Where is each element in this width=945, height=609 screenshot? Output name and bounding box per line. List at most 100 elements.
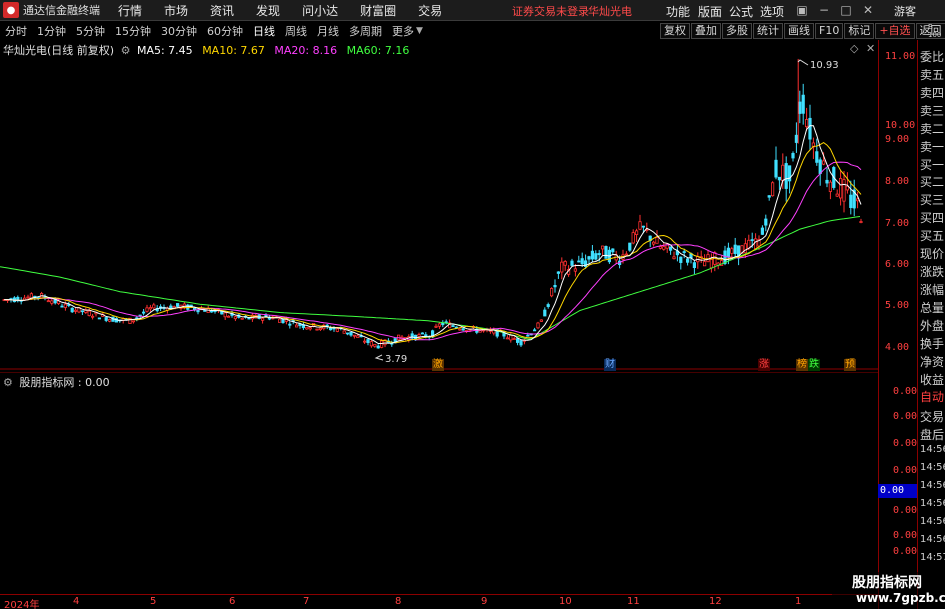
- menu-gongshi[interactable]: 公式: [729, 3, 753, 20]
- kline-chart[interactable]: 10.93 3.79: [0, 40, 878, 370]
- skin-icon[interactable]: ▣: [794, 2, 810, 18]
- menu-hangqing[interactable]: 行情: [118, 2, 142, 19]
- candle-body: [570, 260, 574, 266]
- quote-label-17: 净资: [920, 355, 945, 369]
- menu-jiaoyi[interactable]: 交易: [418, 2, 442, 19]
- candle-body: [835, 193, 839, 197]
- candle-body: [509, 334, 513, 341]
- period-weekly[interactable]: 周线: [285, 23, 307, 39]
- period-monthly[interactable]: 月线: [317, 23, 339, 39]
- quote-label-2: 卖四: [920, 86, 945, 100]
- period-fenshi[interactable]: 分时: [5, 23, 27, 39]
- menu-xuanxiang[interactable]: 选项: [760, 3, 784, 20]
- candle-body: [335, 328, 340, 332]
- candle-body: [148, 307, 152, 310]
- mark-button[interactable]: 标记: [844, 23, 875, 39]
- fuquan-button[interactable]: 复权: [660, 23, 690, 39]
- ma60-label: MA60: 7.16: [346, 44, 410, 57]
- guest-label[interactable]: 游客: [894, 3, 916, 19]
- marker-zhang[interactable]: 涨: [758, 359, 770, 371]
- period-more[interactable]: 更多: [392, 23, 414, 39]
- period-5min[interactable]: 5分钟: [76, 23, 105, 39]
- quote-label-7: 买二: [920, 175, 945, 189]
- marker-ji[interactable]: 激: [432, 359, 444, 371]
- quote-panel: 委比 卖五 卖四 卖三 卖二 卖一 买一 买二 买三 买四 买五 现价 涨跌 涨幅 总量 外盘 换手 净资 收益 自动…: [917, 40, 945, 609]
- quote-label-11: 现价: [920, 247, 945, 261]
- candle-body: [774, 159, 778, 178]
- candle-body: [478, 330, 482, 333]
- candle-body: [601, 245, 605, 250]
- marker-cai[interactable]: 财: [604, 359, 616, 371]
- candle-body: [70, 307, 74, 313]
- candle-body: [573, 268, 578, 272]
- candle-body: [74, 309, 78, 312]
- quote-label-6: 买一: [920, 158, 945, 172]
- multi-stock-button[interactable]: 多股: [722, 23, 752, 39]
- candle-body: [597, 253, 601, 256]
- menu-wenxiaoda[interactable]: 问小达: [302, 2, 338, 19]
- candle-body: [777, 176, 782, 181]
- candle-body: [658, 246, 663, 249]
- quote-label-8: 买三: [920, 193, 945, 207]
- period-15min[interactable]: 15分钟: [115, 23, 151, 39]
- app-name: 通达信金融终端: [23, 4, 100, 17]
- menu-faxian[interactable]: 发现: [256, 2, 280, 19]
- menu-gongneng[interactable]: 功能: [666, 3, 690, 20]
- period-30min[interactable]: 30分钟: [161, 23, 197, 39]
- candle-body: [369, 341, 374, 347]
- draw-line-button[interactable]: 画线: [784, 23, 814, 39]
- candle-body: [784, 163, 788, 189]
- candle-body: [87, 310, 91, 316]
- menu-shichang[interactable]: 市场: [164, 2, 188, 19]
- candle-body: [80, 310, 84, 313]
- f10-button[interactable]: F10: [815, 23, 844, 39]
- title-bar: ● 通达信金融终端 行情 市场 资讯 发现 问小达 财富圈 交易 证券交易未登录…: [0, 0, 945, 21]
- candle-body: [308, 327, 312, 330]
- overlay-button[interactable]: 叠加: [691, 23, 721, 39]
- candle-body: [288, 323, 292, 326]
- axis-separator: [878, 40, 879, 609]
- settings-icon[interactable]: ⚙: [121, 44, 131, 57]
- quote-label-10: 买五: [920, 229, 945, 243]
- period-60min[interactable]: 60分钟: [207, 23, 243, 39]
- period-daily[interactable]: 日线: [253, 23, 275, 39]
- quote-label-13: 涨幅: [920, 283, 945, 297]
- period-multi[interactable]: 多周期: [349, 23, 382, 39]
- candle-body: [97, 317, 101, 320]
- close-chart-icon[interactable]: ✕: [866, 42, 875, 55]
- menu-caifuquan[interactable]: 财富圈: [360, 2, 396, 19]
- maximize-icon[interactable]: □: [838, 2, 854, 18]
- menu-banmian[interactable]: 版面: [698, 3, 722, 20]
- candle-body: [553, 285, 557, 288]
- marker-die[interactable]: 跌: [808, 359, 820, 371]
- chevron-down-icon[interactable]: ▼: [416, 26, 423, 36]
- candle-body: [628, 242, 632, 251]
- candle-body: [546, 304, 550, 307]
- marker-bang[interactable]: 榜: [796, 359, 808, 371]
- marker-yu[interactable]: 预: [844, 359, 856, 371]
- period-1min[interactable]: 1分钟: [37, 23, 66, 39]
- candle-body: [315, 328, 319, 331]
- candle-body: [543, 309, 547, 317]
- settings-icon[interactable]: ⚙: [3, 376, 13, 389]
- candle-body: [750, 239, 754, 242]
- candle-body: [550, 288, 554, 297]
- candle-body: [842, 179, 846, 202]
- candle-body: [682, 251, 686, 253]
- menu-zixun[interactable]: 资讯: [210, 2, 234, 19]
- candle-body: [686, 258, 690, 263]
- stats-button[interactable]: 统计: [753, 23, 783, 39]
- indicator-chart[interactable]: [0, 372, 878, 594]
- add-watchlist-button[interactable]: +自选: [875, 23, 915, 39]
- close-icon[interactable]: ✕: [860, 2, 876, 18]
- candle-body: [631, 232, 635, 244]
- candle-body: [556, 271, 561, 274]
- candle-body: [345, 332, 350, 335]
- quote-label-12: 涨跌: [920, 265, 945, 279]
- login-notice[interactable]: 证券交易未登录: [512, 3, 589, 19]
- diamond-icon[interactable]: ◇: [850, 42, 858, 55]
- candle-body: [533, 329, 537, 332]
- quote-label-20: 交易: [920, 410, 945, 424]
- quote-label-9: 买四: [920, 211, 945, 225]
- minimize-icon[interactable]: −: [816, 2, 832, 18]
